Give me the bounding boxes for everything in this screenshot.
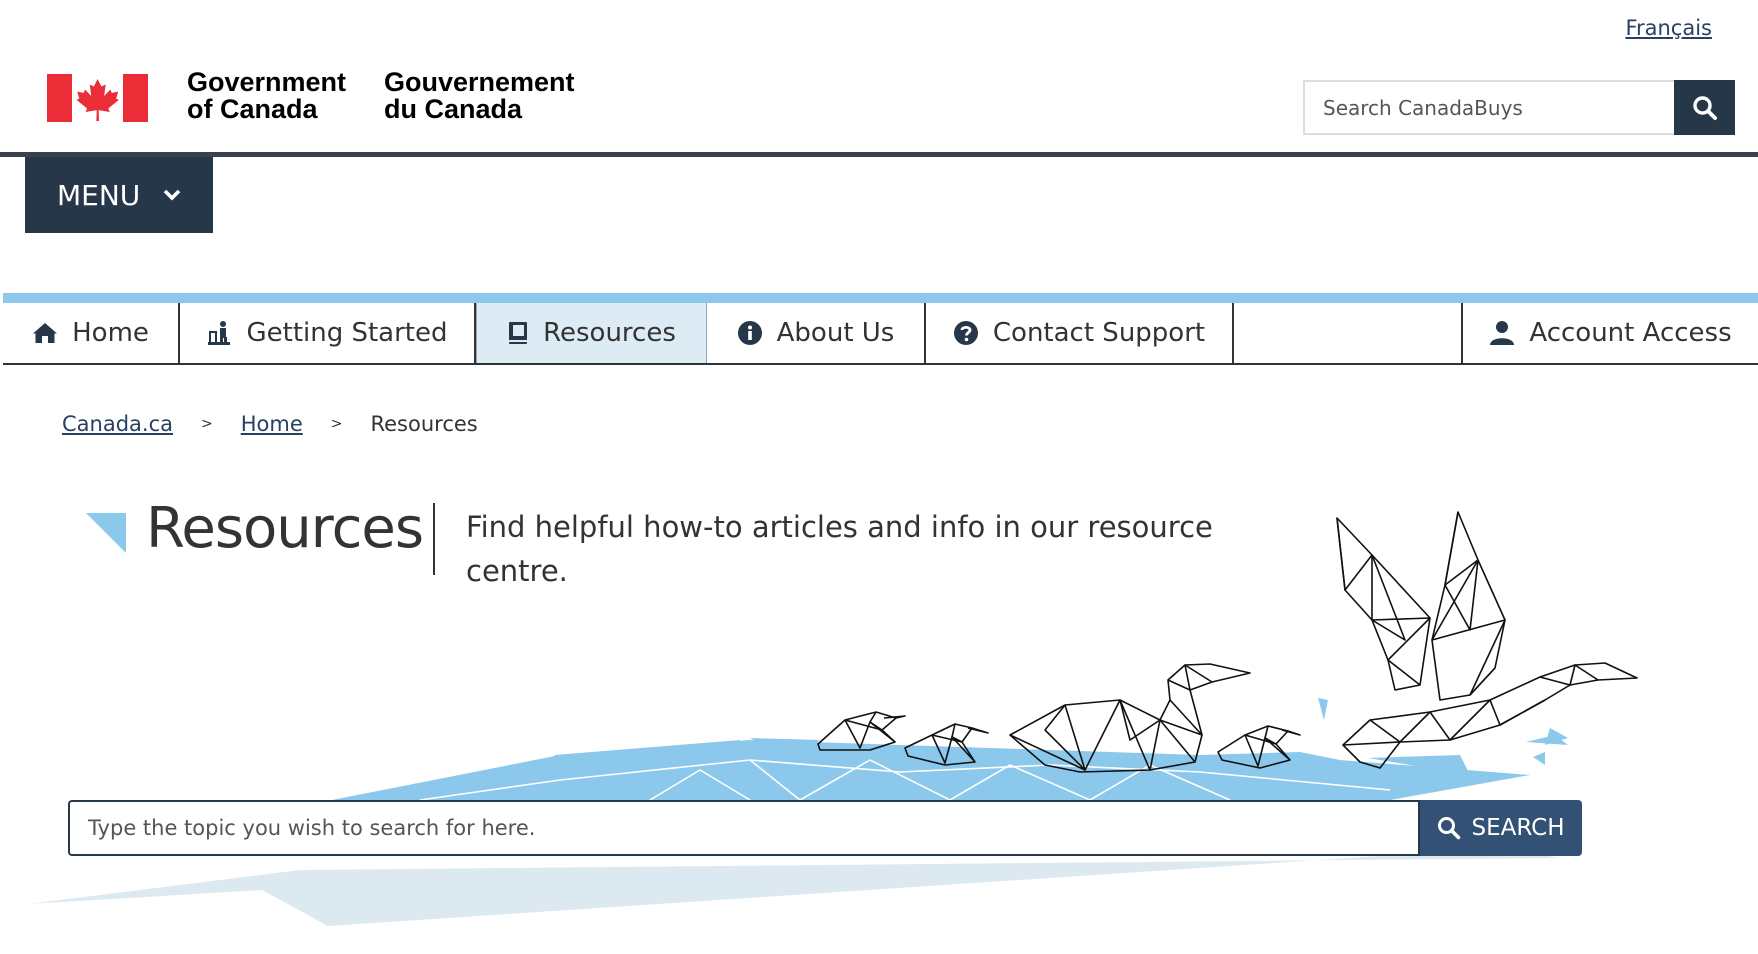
menu-button[interactable]: MENU (25, 157, 213, 233)
government-of-canada-wordmark-fr[interactable]: Gouvernement du Canada (384, 69, 575, 123)
nav-item-label: Account Access (1529, 318, 1732, 348)
page-intro: Find helpful how-to articles and info in… (466, 510, 1213, 588)
nav-item-label: Home (72, 318, 149, 348)
menu-button-label: MENU (57, 178, 141, 212)
user-icon (1490, 321, 1515, 345)
nav-item-account-access[interactable]: Account Access (1463, 303, 1758, 363)
title-accent-triangle-icon (86, 513, 126, 553)
question-icon (953, 321, 978, 345)
chevron-right-icon: > (201, 416, 213, 432)
government-of-canada-wordmark-en[interactable]: Government of Canada (187, 69, 346, 123)
nav-item-getting-started[interactable]: Getting Started (180, 303, 476, 363)
search-icon (1692, 95, 1717, 120)
main-nav: Home Getting Started Resources About Us (3, 303, 1758, 365)
breadcrumb: Canada.ca > Home > Resources (62, 412, 478, 436)
search-icon (1438, 817, 1461, 840)
site-search-button[interactable] (1674, 80, 1735, 135)
breadcrumb-link-home[interactable]: Home (241, 412, 303, 436)
site-search (1303, 80, 1735, 135)
resource-search-input[interactable] (68, 800, 1420, 856)
book-icon (509, 322, 528, 344)
nav-item-label: Contact Support (992, 318, 1206, 348)
breadcrumb-link-canada[interactable]: Canada.ca (62, 412, 173, 436)
canada-flag-icon (47, 74, 148, 122)
resource-search-button-label: SEARCH (1471, 815, 1565, 841)
nav-item-label: About Us (776, 318, 895, 348)
site-search-input[interactable] (1303, 80, 1674, 135)
breadcrumb-current: Resources (370, 412, 478, 436)
getting-started-icon (208, 321, 231, 345)
language-toggle-link[interactable]: Français (1625, 16, 1712, 40)
nav-item-about-us[interactable]: About Us (707, 303, 926, 363)
nav-item-contact-support[interactable]: Contact Support (926, 303, 1234, 363)
nav-item-home[interactable]: Home (3, 303, 180, 363)
home-icon (33, 323, 58, 343)
nav-item-label: Resources (543, 318, 676, 348)
chevron-right-icon: > (330, 416, 343, 432)
info-icon (737, 321, 762, 345)
nav-item-label: Getting Started (246, 318, 448, 348)
page-title: Resources (146, 496, 424, 561)
resource-search-button[interactable]: SEARCH (1420, 800, 1582, 856)
nav-accent-bar (3, 293, 1758, 303)
header-divider (0, 152, 1758, 157)
title-divider (433, 503, 435, 575)
nav-spacer (1234, 303, 1463, 363)
chevron-down-icon (164, 189, 181, 201)
nav-item-resources[interactable]: Resources (476, 303, 707, 363)
resource-search: SEARCH (68, 800, 1582, 856)
